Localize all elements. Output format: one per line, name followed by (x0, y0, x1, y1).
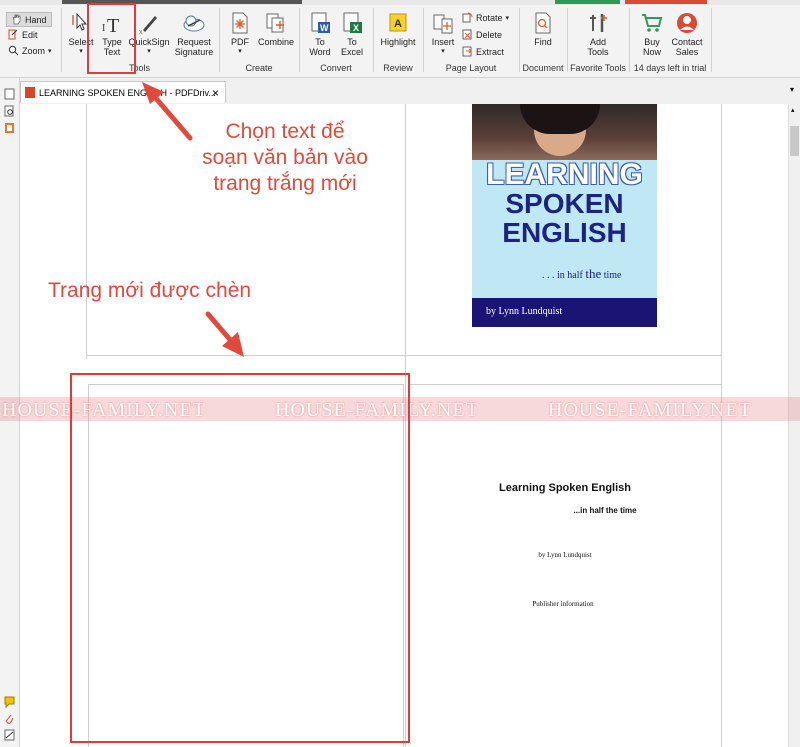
arrow-to-type-text-icon (142, 82, 193, 141)
annotation-arrows (142, 82, 244, 357)
arrow-to-new-page-icon (205, 311, 244, 357)
